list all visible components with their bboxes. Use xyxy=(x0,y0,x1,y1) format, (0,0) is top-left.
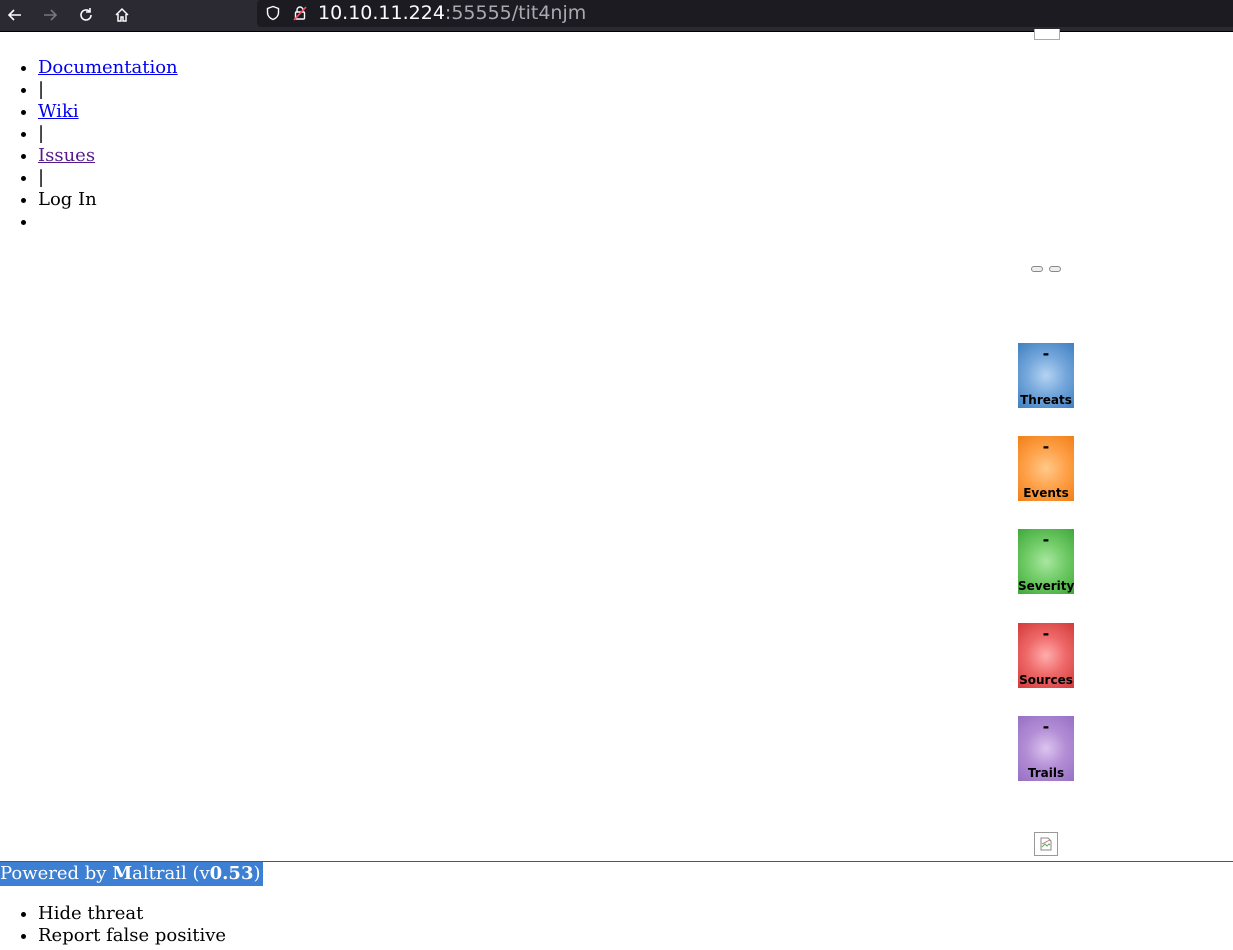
version-number: 0.53 xyxy=(209,863,254,884)
period-prev-button[interactable] xyxy=(1031,266,1043,272)
trails-label: Trails xyxy=(1027,766,1065,780)
hide-threat-item[interactable]: Hide threat xyxy=(38,903,226,925)
version-close: ) xyxy=(253,863,261,884)
threats-count: - xyxy=(1042,344,1050,363)
wiki-link[interactable]: Wiki xyxy=(38,101,79,122)
brand-initial: M xyxy=(112,863,133,884)
nav-item: Issues xyxy=(38,145,178,167)
events-label: Events xyxy=(1023,486,1069,500)
nav-separator: | xyxy=(38,167,178,189)
reload-icon[interactable] xyxy=(74,3,98,27)
context-menu: Hide threat Report false positive xyxy=(0,903,226,947)
brand-rest: altrail xyxy=(132,863,187,884)
trails-tile[interactable]: - Trails xyxy=(1018,716,1074,781)
sources-tile[interactable]: - Sources xyxy=(1018,623,1074,688)
events-count: - xyxy=(1042,437,1050,456)
top-nav: Documentation | Wiki | Issues | Log In xyxy=(0,57,178,233)
period-next-button[interactable] xyxy=(1049,266,1061,272)
insecure-lock-icon[interactable] xyxy=(291,4,309,22)
broken-image-icon xyxy=(1034,29,1060,40)
powered-by-text: Powered by Maltrail (v0.53) xyxy=(0,862,263,886)
documentation-link[interactable]: Documentation xyxy=(38,57,178,78)
home-icon[interactable] xyxy=(110,3,134,27)
nav-separator: | xyxy=(38,79,178,101)
events-tile[interactable]: - Events xyxy=(1018,436,1074,501)
threats-tile[interactable]: - Threats xyxy=(1018,343,1074,408)
nav-separator: | xyxy=(38,123,178,145)
severity-tile[interactable]: - Severity xyxy=(1018,529,1074,594)
url-host: 10.10.11.224 xyxy=(318,2,445,24)
threats-label: Threats xyxy=(1020,393,1072,407)
issues-link[interactable]: Issues xyxy=(38,145,95,166)
back-arrow-icon[interactable] xyxy=(3,3,27,27)
login-item[interactable]: Log In xyxy=(38,189,178,211)
forward-arrow-icon[interactable] xyxy=(38,3,62,27)
powered-prefix: Powered by xyxy=(0,863,113,884)
report-false-positive-item[interactable]: Report false positive xyxy=(38,925,226,947)
nav-item: Documentation xyxy=(38,57,178,79)
url-text[interactable]: 10.10.11.224:55555/tit4njm xyxy=(318,1,586,25)
broken-image-icon xyxy=(1034,832,1058,856)
version-open: (v xyxy=(186,863,210,884)
trails-count: - xyxy=(1042,717,1050,736)
sources-count: - xyxy=(1042,624,1050,643)
shield-icon[interactable] xyxy=(264,4,282,22)
sources-label: Sources xyxy=(1019,673,1073,687)
empty-item xyxy=(38,211,178,233)
browser-toolbar: 10.10.11.224:55555/tit4njm xyxy=(0,0,1233,31)
severity-label: Severity xyxy=(1018,579,1075,593)
severity-count: - xyxy=(1042,530,1050,549)
nav-item: Wiki xyxy=(38,101,178,123)
url-path: :55555/tit4njm xyxy=(444,2,587,24)
